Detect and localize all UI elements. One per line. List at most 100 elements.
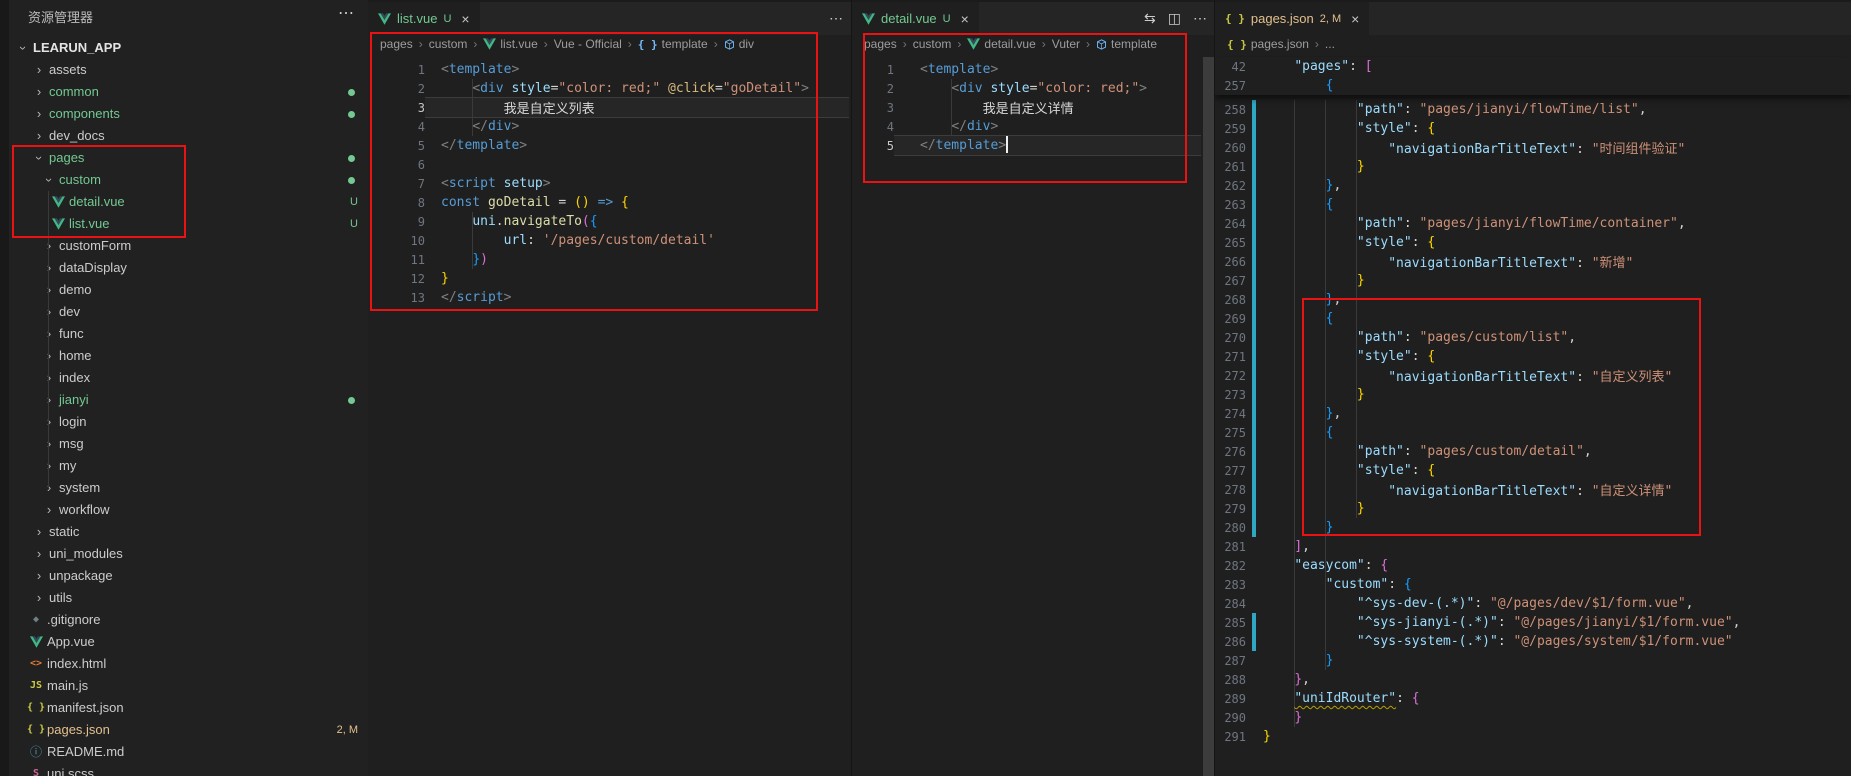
breadcrumb-item-template[interactable]: { }template (638, 37, 708, 51)
code-line-9[interactable]: 9 uni.navigateTo({ (368, 212, 851, 231)
line-number[interactable]: 42 (1215, 60, 1246, 74)
code-line-277[interactable]: 277 "style": { (1215, 461, 1851, 480)
code-line-260[interactable]: 260 "navigationBarTitleText": "时间组件验证" (1215, 138, 1851, 157)
tree-item-main.js[interactable]: JSmain.js (9, 675, 368, 697)
chevron-right-icon[interactable]: › (31, 81, 47, 103)
code-line-5[interactable]: 5</template> (852, 136, 1215, 155)
line-number[interactable]: 282 (1215, 559, 1246, 573)
line-number[interactable]: 290 (1215, 711, 1246, 725)
tree-item-dev[interactable]: ›dev (9, 301, 368, 323)
code-line-258[interactable]: 258 "path": "pages/jianyi/flowTime/list"… (1215, 100, 1851, 119)
tree-item-func[interactable]: ›func (9, 323, 368, 345)
code-line-288[interactable]: 288 }, (1215, 670, 1851, 689)
line-number[interactable]: 5 (368, 139, 425, 153)
code-line-264[interactable]: 264 "path": "pages/jianyi/flowTime/conta… (1215, 214, 1851, 233)
code-line-284[interactable]: 284 "^sys-dev-(.*)": "@/pages/dev/$1/for… (1215, 594, 1851, 613)
code-line-261[interactable]: 261 } (1215, 157, 1851, 176)
code-line-3[interactable]: 3 我是自定义列表 (368, 98, 851, 117)
close-icon[interactable]: × (461, 11, 469, 27)
tree-item-workflow[interactable]: ›workflow (9, 499, 368, 521)
code-line-4[interactable]: 4 </div> (368, 117, 851, 136)
code-line-5[interactable]: 5</template> (368, 136, 851, 155)
line-number[interactable]: 274 (1215, 407, 1246, 421)
code-line-271[interactable]: 271 "style": { (1215, 347, 1851, 366)
vertical-scrollbar[interactable] (1203, 57, 1214, 776)
breadcrumb-item-Vue-Official[interactable]: Vue - Official (554, 37, 622, 51)
code-line-267[interactable]: 267 } (1215, 271, 1851, 290)
chevron-right-icon[interactable]: › (41, 367, 57, 389)
line-number[interactable]: 260 (1215, 141, 1246, 155)
line-number[interactable]: 284 (1215, 597, 1246, 611)
line-number[interactable]: 277 (1215, 464, 1246, 478)
line-number[interactable]: 276 (1215, 445, 1246, 459)
code-lines-1[interactable]: 1<template>2 <div style="color: red;" @c… (368, 60, 851, 307)
code-line-11[interactable]: 11 }) (368, 250, 851, 269)
code-line-2[interactable]: 2 <div style="color: red;"> (852, 79, 1215, 98)
code-line-1[interactable]: 1<template> (852, 60, 1215, 79)
line-number[interactable]: 4 (852, 120, 894, 134)
breadcrumb-item-pages[interactable]: pages (380, 37, 413, 51)
code-line-265[interactable]: 265 "style": { (1215, 233, 1851, 252)
tab-list.vue[interactable]: list.vueU× (368, 2, 480, 35)
code-line-7[interactable]: 7<script setup> (368, 174, 851, 193)
tree-item-unpackage[interactable]: ›unpackage (9, 565, 368, 587)
tree-item-custom[interactable]: ›custom (9, 169, 368, 191)
tree-item-pages.json[interactable]: { }pages.json2, M (9, 719, 368, 741)
chevron-right-icon[interactable]: › (41, 279, 57, 301)
line-number[interactable]: 271 (1215, 350, 1246, 364)
code-line-269[interactable]: 269 { (1215, 309, 1851, 328)
tree-item-assets[interactable]: ›assets (9, 59, 368, 81)
tree-item-jianyi[interactable]: ›jianyi (9, 389, 368, 411)
code-line-279[interactable]: 279 } (1215, 499, 1851, 518)
chevron-right-icon[interactable]: › (41, 301, 57, 323)
breadcrumb-item-custom[interactable]: custom (429, 37, 468, 51)
split-icon[interactable]: ◫ (1168, 10, 1181, 27)
chevron-down-icon[interactable]: › (28, 150, 50, 166)
chevron-right-icon[interactable]: › (31, 543, 47, 565)
line-number[interactable]: 2 (852, 82, 894, 96)
tab-detail.vue[interactable]: detail.vueU× (852, 2, 979, 35)
tree-item-demo[interactable]: ›demo (9, 279, 368, 301)
sticky-scroll[interactable]: 42 "pages": [257 { (1215, 57, 1851, 95)
line-number[interactable]: 13 (368, 291, 425, 305)
line-number[interactable]: 1 (852, 63, 894, 77)
line-number[interactable]: 288 (1215, 673, 1246, 687)
code-line-283[interactable]: 283 "custom": { (1215, 575, 1851, 594)
line-number[interactable]: 3 (368, 101, 425, 115)
code-line-276[interactable]: 276 "path": "pages/custom/detail", (1215, 442, 1851, 461)
code-line-282[interactable]: 282 "easycom": { (1215, 556, 1851, 575)
chevron-right-icon[interactable]: › (41, 235, 57, 257)
tree-item-dataDisplay[interactable]: ›dataDisplay (9, 257, 368, 279)
line-number[interactable]: 9 (368, 215, 425, 229)
code-line-3[interactable]: 3 我是自定义详情 (852, 98, 1215, 117)
line-number[interactable]: 265 (1215, 236, 1246, 250)
explorer-more-icon[interactable]: ⋯ (338, 3, 354, 23)
breadcrumb-item-pages[interactable]: pages (864, 37, 897, 51)
code-line-290[interactable]: 290 } (1215, 708, 1851, 727)
code-lines-2[interactable]: 1<template>2 <div style="color: red;">3 … (852, 60, 1215, 155)
code-line-291[interactable]: 291} (1215, 727, 1851, 746)
close-icon[interactable]: × (1351, 11, 1359, 27)
breadcrumb-item-list.vue[interactable]: list.vue (483, 37, 537, 51)
chevron-right-icon[interactable]: › (41, 477, 57, 499)
line-number[interactable]: 268 (1215, 293, 1246, 307)
code-line-281[interactable]: 281 ], (1215, 537, 1851, 556)
line-number[interactable]: 273 (1215, 388, 1246, 402)
tree-item-detail.vue[interactable]: detail.vueU (9, 191, 368, 213)
line-number[interactable]: 261 (1215, 160, 1246, 174)
tree-item-list.vue[interactable]: list.vueU (9, 213, 368, 235)
tree-item-index[interactable]: ›index (9, 367, 368, 389)
breadcrumb-item-detail.vue[interactable]: detail.vue (967, 37, 1035, 51)
tree-item-README.md[interactable]: ⓘREADME.md (9, 741, 368, 763)
tree-item-.gitignore[interactable]: ◆.gitignore (9, 609, 368, 631)
line-number[interactable]: 280 (1215, 521, 1246, 535)
line-number[interactable]: 11 (368, 253, 425, 267)
chevron-right-icon[interactable]: › (41, 455, 57, 477)
line-number[interactable]: 270 (1215, 331, 1246, 345)
code-line-257[interactable]: 257 { (1215, 76, 1851, 95)
line-number[interactable]: 285 (1215, 616, 1246, 630)
chevron-right-icon[interactable]: › (41, 389, 57, 411)
diff-icon[interactable]: ⇆ (1144, 10, 1156, 27)
line-number[interactable]: 281 (1215, 540, 1246, 554)
code-line-10[interactable]: 10 url: '/pages/custom/detail' (368, 231, 851, 250)
